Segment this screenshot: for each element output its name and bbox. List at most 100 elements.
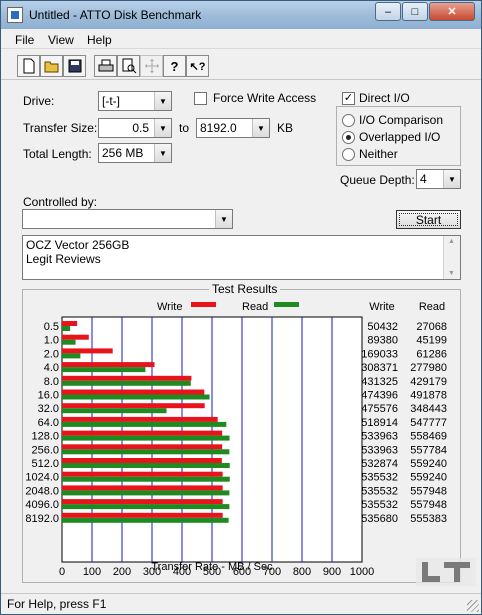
write-bar [62,403,205,409]
description-textarea[interactable]: OCZ Vector 256GB Legit Reviews ▲ ▼ [22,235,461,280]
write-value: 431325 [361,376,398,388]
write-bar [62,485,223,491]
watermark-logo [416,558,476,586]
queue-depth-select[interactable]: 4 ▼ [416,169,461,189]
io-comparison-radio[interactable] [342,114,355,127]
help-button[interactable]: ? [163,55,186,77]
read-bar [62,435,230,441]
open-button[interactable] [40,55,63,77]
write-bar [62,375,192,381]
chevron-down-icon: ▼ [154,119,171,137]
move-button[interactable] [140,55,163,77]
help-icon: ? [170,58,179,74]
read-bar [62,490,230,496]
maximize-button[interactable]: □ [402,2,428,21]
status-text: For Help, press F1 [7,597,107,611]
close-button[interactable]: ✕ [429,2,475,21]
read-bar [62,476,230,482]
write-value: 533963 [361,444,398,456]
legend-write-swatch [191,302,216,307]
write-bar [62,389,205,395]
read-bar [62,367,146,373]
resize-grip[interactable] [467,600,479,612]
x-axis-title: Transfer Rate - MB / Sec [151,561,273,573]
chevron-down-icon: ▼ [154,92,171,110]
open-icon [44,61,58,73]
read-bar [62,463,230,468]
write-value: 169033 [361,348,398,360]
controlled-by-select[interactable]: ▼ [22,209,233,229]
overlapped-io-radio[interactable] [342,131,355,144]
context-help-icon: ↖? [189,60,206,73]
read-bar [62,421,227,427]
save-button[interactable] [63,55,86,77]
title-bar: Untitled - ATTO Disk Benchmark – □ ✕ [1,1,481,29]
category-label: 8192.0 [25,513,59,525]
category-label: 64.0 [38,417,59,429]
write-bar [62,471,223,477]
start-button[interactable]: Start [396,210,461,229]
new-icon [23,58,34,74]
transfer-size-label: Transfer Size: [23,121,98,135]
write-value: 532874 [361,458,398,470]
chevron-down-icon: ▼ [443,170,460,188]
x-tick-label: 800 [293,566,311,578]
total-length-label: Total Length: [23,147,92,161]
menu-help[interactable]: Help [87,33,112,47]
direct-io-checkbox[interactable]: ✓ [342,92,355,105]
menu-file[interactable]: File [15,33,34,47]
write-bar [62,458,222,463]
category-label: 8.0 [44,376,59,388]
read-value: 557948 [410,485,447,497]
read-value: 429179 [410,376,447,388]
read-bar [62,449,230,455]
x-tick-label: 0 [59,566,65,578]
print-preview-button[interactable] [117,55,140,77]
force-write-checkbox[interactable] [194,92,207,105]
read-value: 555383 [410,513,447,525]
total-length-select[interactable]: 256 MB ▼ [98,143,172,163]
move-icon [144,59,159,73]
read-bar [62,408,167,414]
transfer-size-from-select[interactable]: 0.5 ▼ [98,118,172,138]
write-value: 50432 [367,321,398,333]
read-value: 559240 [410,472,447,484]
transfer-size-to-select[interactable]: 8192.0 ▼ [196,118,270,138]
read-value: 547777 [410,417,447,429]
read-value: 348443 [410,403,447,415]
queue-depth-label: Queue Depth: [340,173,415,187]
controlled-by-label: Controlled by: [23,195,98,209]
window-title: Untitled - ATTO Disk Benchmark [29,8,202,22]
write-bar [62,444,223,450]
write-bar [62,348,113,354]
menu-view[interactable]: View [48,33,74,47]
chevron-down-icon: ▼ [215,210,232,228]
write-bar [62,416,218,422]
scroll-down-icon: ▼ [448,270,455,277]
read-value: 491878 [410,390,447,402]
category-label: 32.0 [38,403,59,415]
minimize-button[interactable]: – [375,2,401,21]
description-scrollbar[interactable]: ▲ ▼ [443,236,460,279]
new-button[interactable] [17,55,40,77]
write-value: 474396 [361,390,398,402]
read-bar [62,326,71,331]
category-label: 1024.0 [25,472,59,484]
write-value: 533963 [361,431,398,443]
read-bar [62,517,229,523]
neither-radio[interactable] [342,148,355,161]
write-bar [62,321,78,326]
chevron-down-icon: ▼ [252,119,269,137]
read-bar [62,339,76,345]
app-icon [7,7,23,23]
category-label: 1.0 [44,335,59,347]
write-value: 535532 [361,485,398,497]
context-help-button[interactable]: ↖? [186,55,209,77]
read-value: 558469 [410,431,447,443]
print-button[interactable] [94,55,117,77]
direct-io-label: Direct I/O [359,91,410,105]
read-value: 27068 [416,321,447,333]
read-value: 557784 [410,444,447,456]
drive-select[interactable]: [-t-] ▼ [98,91,172,111]
chevron-down-icon: ▼ [154,144,171,162]
